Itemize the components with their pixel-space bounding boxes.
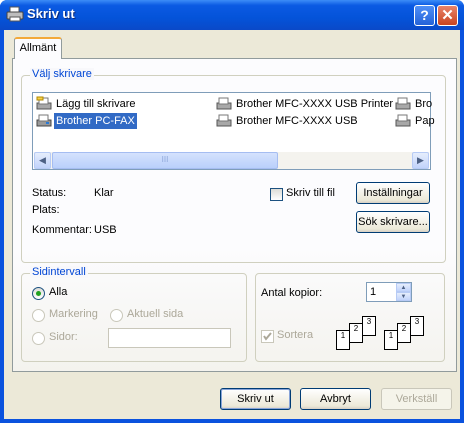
- tab-general[interactable]: Allmänt: [14, 37, 62, 59]
- close-icon: ✕: [441, 7, 454, 24]
- scroll-thumb[interactable]: III: [52, 152, 278, 169]
- print-to-file-label: Skriv till fil: [286, 187, 335, 199]
- copies-count-value: 1: [370, 286, 377, 298]
- chevron-right-icon: ▶: [417, 155, 424, 165]
- status-value: Klar: [94, 187, 114, 199]
- window-title: Skriv ut: [27, 6, 75, 21]
- printer-icon: [395, 97, 411, 110]
- page-range-all-label: Alla: [49, 286, 68, 298]
- check-icon: [263, 332, 272, 341]
- page-range-all-radio[interactable]: [32, 287, 45, 300]
- page-range-current-radio[interactable]: [110, 309, 123, 322]
- preferences-button[interactable]: Inställningar: [356, 182, 430, 204]
- find-printer-button[interactable]: Sök skrivare...: [356, 211, 430, 233]
- printer-icon: [216, 114, 232, 127]
- scroll-left-button[interactable]: ◀: [34, 152, 51, 169]
- printer-item-label: Brother MFC-XXXX USB: [236, 115, 358, 127]
- pages-input[interactable]: [108, 328, 231, 348]
- printer-icon: [6, 6, 24, 22]
- comment-value: USB: [94, 224, 117, 236]
- location-label: Plats:: [32, 204, 60, 216]
- add-printer-icon: [36, 96, 52, 110]
- copies-group: Antal kopior: 1 ▲ ▼ Sortera 3 2 1 3 2 1: [255, 273, 445, 362]
- apply-button[interactable]: Verkställ: [381, 388, 452, 410]
- printer-item-label: Brother MFC-XXXX USB Printer: [236, 98, 394, 110]
- scroll-right-button[interactable]: ▶: [412, 152, 429, 169]
- printer-item-label: Pap: [415, 115, 435, 127]
- fax-printer-icon: [36, 114, 52, 127]
- print-dialog: Skriv ut ? ✕ Allmänt Välj skrivare Lägg …: [0, 0, 464, 423]
- printer-item-label: Lägg till skrivare: [56, 98, 136, 110]
- collate-label: Sortera: [277, 329, 314, 341]
- printer-item-label: Brother PC-FAX: [53, 112, 138, 130]
- page-range-selection-label: Markering: [49, 308, 98, 320]
- collate-page: 1: [336, 330, 350, 350]
- collate-checkbox[interactable]: [261, 330, 274, 343]
- printer-list[interactable]: Lägg till skrivare Brother PC-FAX Brothe…: [32, 92, 435, 170]
- horizontal-scrollbar[interactable]: ◀ III ▶: [34, 152, 429, 169]
- print-to-file-checkbox[interactable]: [270, 188, 283, 201]
- spin-down-icon: ▼: [400, 294, 407, 300]
- collate-page: 2: [349, 323, 363, 343]
- cancel-button[interactable]: Avbryt: [300, 388, 371, 410]
- collate-illustration-2: 3 2 1: [384, 316, 432, 352]
- collate-page: 3: [410, 316, 424, 336]
- printer-group: Välj skrivare Lägg till skrivare Brother…: [21, 68, 446, 263]
- printer-icon: [395, 114, 411, 127]
- collate-page: 3: [362, 316, 376, 336]
- page-range-pages-radio[interactable]: [32, 332, 45, 345]
- collate-page: 1: [384, 330, 398, 350]
- copies-down-button[interactable]: ▼: [396, 292, 411, 301]
- dialog-body: Allmänt Välj skrivare Lägg till skrivare: [4, 30, 460, 419]
- status-label: Status:: [32, 187, 67, 199]
- collate-illustration-1: 3 2 1: [336, 316, 384, 352]
- page-range-legend: Sidintervall: [30, 266, 88, 278]
- spin-up-icon: ▲: [400, 285, 407, 291]
- printer-group-legend: Välj skrivare: [30, 68, 94, 80]
- copies-up-button[interactable]: ▲: [396, 283, 411, 292]
- print-button[interactable]: Skriv ut: [220, 388, 291, 410]
- printer-icon: [216, 97, 232, 110]
- help-button[interactable]: ?: [414, 5, 435, 26]
- close-button[interactable]: ✕: [437, 5, 458, 26]
- page-range-group: Sidintervall Alla Markering Aktuell sida…: [21, 266, 247, 362]
- radio-selected-dot: [36, 291, 41, 296]
- tab-panel: Välj skrivare Lägg till skrivare Brother…: [12, 58, 457, 372]
- copies-count-input[interactable]: 1 ▲ ▼: [366, 282, 412, 302]
- page-range-selection-radio[interactable]: [32, 309, 45, 322]
- page-range-current-label: Aktuell sida: [127, 308, 184, 320]
- help-icon: ?: [420, 7, 429, 23]
- page-range-pages-label: Sidor:: [49, 331, 78, 343]
- scroll-grip: III: [161, 155, 169, 164]
- copies-count-label: Antal kopior:: [261, 287, 323, 299]
- printer-item-label: Bro: [415, 98, 433, 110]
- chevron-left-icon: ◀: [39, 155, 46, 165]
- title-bar[interactable]: Skriv ut ? ✕: [0, 0, 464, 30]
- collate-page: 2: [397, 323, 411, 343]
- comment-label: Kommentar:: [32, 224, 92, 236]
